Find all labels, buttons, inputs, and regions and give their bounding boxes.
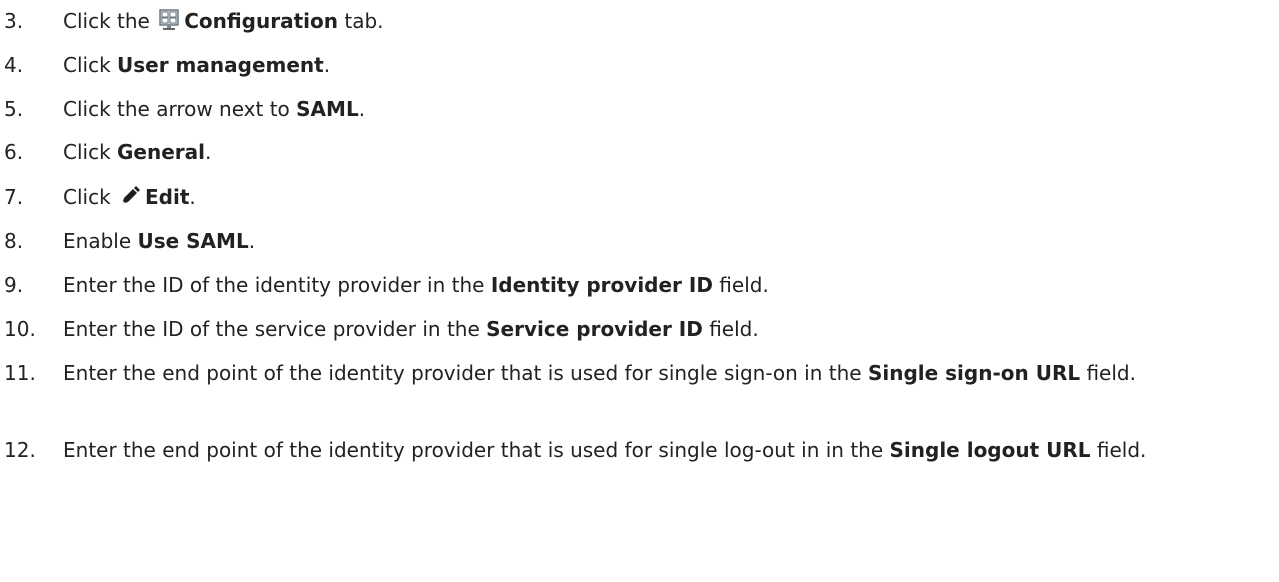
step-text-post: .	[358, 97, 366, 121]
step-text-pre: Enable	[63, 229, 132, 253]
step-text-bold: Identity provider ID	[490, 273, 713, 297]
step-number: 11.	[4, 361, 36, 385]
step-number: 6.	[4, 140, 24, 164]
configuration-icon	[158, 7, 180, 41]
step-text-post: field.	[1086, 361, 1136, 385]
step-text-post: .	[189, 185, 196, 209]
step-text-bold: SAML	[296, 97, 359, 121]
step-number: 4.	[4, 53, 24, 77]
step-number: 8.	[4, 229, 24, 253]
step-number: 10.	[4, 317, 36, 341]
step-number: 7.	[4, 185, 24, 209]
step-text: Enter the ID of the service provider in …	[63, 312, 759, 346]
step-number: 9.	[4, 273, 24, 297]
step-text: Click the arrow next to SAML.	[63, 92, 365, 126]
step-text-bold: General	[117, 140, 206, 164]
instruction-list: 3. Click the Configuration tab. 4. Click…	[0, 0, 1279, 582]
step-text: Click Edit.	[63, 180, 196, 217]
step-text-pre: Click the arrow next to	[63, 97, 290, 121]
step-text-pre: Enter the end point of the identity prov…	[63, 361, 862, 385]
step-text-pre: Click the	[63, 9, 150, 33]
step-text-pre: Click	[63, 185, 111, 209]
step-text-bold: Use SAML	[137, 229, 249, 253]
step-text-post: field.	[709, 317, 759, 341]
step-text-bold: Edit	[145, 185, 190, 209]
step-text: Click User management.	[63, 48, 330, 82]
step-text-bold: User management	[117, 53, 324, 77]
step-text-post: .	[248, 229, 256, 253]
step-text: Click the Configuration tab.	[63, 4, 384, 41]
step-text-bold: Single sign-on URL	[867, 361, 1081, 385]
step-text-bold: Single logout URL	[889, 438, 1091, 462]
step-text-pre: Enter the end point of the identity prov…	[63, 438, 884, 462]
step-text-bold: Service provider ID	[486, 317, 703, 341]
step-text: Enter the end point of the identity prov…	[63, 433, 1275, 467]
step-text-post: field.	[1096, 438, 1147, 462]
step-text-pre: Click	[63, 140, 111, 164]
step-number: 3.	[4, 9, 24, 33]
step-text-pre: Enter the ID of the identity provider in…	[63, 273, 485, 297]
step-text-pre: Enter the ID of the service provider in …	[63, 317, 480, 341]
step-text: Enable Use SAML.	[63, 224, 255, 258]
step-number: 12.	[4, 438, 36, 462]
step-text: Enter the ID of the identity provider in…	[63, 268, 769, 302]
step-text-post: field.	[719, 273, 769, 297]
pencil-icon	[119, 183, 141, 217]
step-text: Enter the end point of the identity prov…	[63, 356, 1275, 390]
step-text-pre: Click	[63, 53, 111, 77]
step-text-post: .	[205, 140, 212, 164]
step-number: 5.	[4, 97, 24, 121]
step-text-post: .	[323, 53, 331, 77]
step-text-post: tab.	[344, 9, 384, 33]
step-text: Click General.	[63, 135, 211, 169]
step-text-bold: Configuration	[184, 9, 338, 33]
